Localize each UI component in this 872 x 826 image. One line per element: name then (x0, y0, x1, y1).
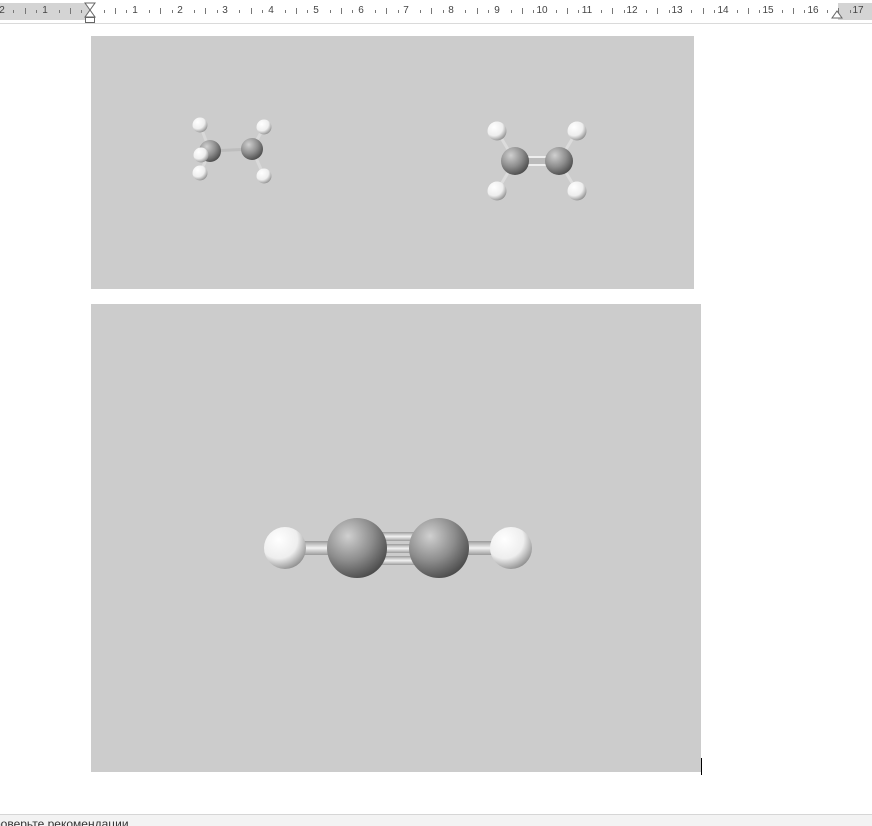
ruler-tick (115, 8, 116, 14)
ruler-number: 12 (626, 5, 638, 16)
ruler-tick (668, 10, 670, 13)
ruler-number: 6 (358, 5, 364, 16)
ruler-tick (702, 8, 704, 14)
status-bar: роверьте рекомендации (0, 814, 872, 826)
ruler-tick (567, 8, 568, 14)
ruler-number: 2 (177, 5, 183, 16)
ruler-tick (691, 10, 693, 13)
acetylene-molecule (264, 518, 532, 578)
ruler-tick (431, 8, 433, 14)
ethane-molecule (192, 117, 272, 184)
ruler-tick (69, 8, 71, 14)
ruler-tick (171, 10, 173, 13)
ruler-number: 3 (222, 5, 228, 16)
text-cursor (701, 758, 702, 775)
ruler-tick (487, 10, 489, 13)
molecule-image-ethane-ethylene[interactable] (91, 36, 694, 289)
ruler-tick (600, 10, 602, 13)
ruler-tick (826, 10, 828, 13)
ruler-number: 1 (42, 5, 48, 16)
ruler-number: 11 (581, 5, 593, 16)
ruler-tick (284, 10, 286, 13)
ruler-tick (205, 8, 207, 14)
document-page[interactable] (0, 24, 872, 814)
status-message[interactable]: роверьте рекомендации (0, 817, 129, 826)
ruler-number: 10 (536, 5, 548, 16)
ruler-tick (341, 8, 342, 14)
ruler-tick (295, 8, 297, 14)
ruler-tick (397, 10, 399, 13)
ruler-tick (747, 8, 749, 14)
ruler-tick (623, 10, 625, 13)
ruler-tick (713, 10, 715, 13)
ruler-tick (476, 8, 478, 14)
ruler-tick (24, 8, 26, 14)
ethylene-molecule (487, 121, 587, 201)
ruler-tick (239, 10, 241, 13)
ruler-tick (646, 10, 648, 13)
molecule-drawing (192, 117, 587, 201)
ruler-track (0, 3, 872, 20)
ruler-tick (352, 10, 354, 13)
ruler-tick (781, 10, 783, 13)
molecule-drawing (264, 518, 532, 578)
ruler-tick (216, 10, 218, 13)
ruler-tick (250, 8, 252, 14)
ruler-tick (261, 10, 263, 13)
ruler-tick (521, 8, 523, 14)
ruler-tick (465, 10, 467, 13)
ruler-number: 1 (132, 5, 138, 16)
ruler-tick (103, 10, 105, 13)
ruler-tick (420, 10, 422, 13)
ruler-tick (793, 8, 794, 14)
ruler-tick (35, 10, 37, 13)
ruler-tick (759, 10, 761, 13)
ruler-tick (804, 10, 806, 13)
ruler-tick (13, 10, 15, 13)
ruler-tick (160, 8, 162, 14)
ruler-tick (657, 8, 659, 14)
ruler-number: 17 (852, 5, 864, 16)
ruler-number: 8 (448, 5, 454, 16)
ruler-number: 2 (0, 5, 5, 16)
ruler-tick (510, 10, 512, 13)
ruler-tick (578, 10, 580, 13)
ruler-tick (126, 10, 128, 13)
ruler-tick (374, 10, 376, 13)
ruler-tick (849, 10, 851, 13)
ruler-number: 13 (671, 5, 683, 16)
ruler-tick (533, 10, 535, 13)
ruler-tick (58, 10, 60, 13)
ruler-number: 14 (717, 5, 729, 16)
ruler-tick (194, 10, 196, 13)
right-indent-marker-icon[interactable] (831, 9, 843, 19)
ruler-number: 5 (313, 5, 319, 16)
horizontal-ruler[interactable]: 2 1 1 2 3 4 5 6 7 8 9 10 11 12 13 14 15 … (0, 0, 872, 24)
ruler-number: 4 (268, 5, 274, 16)
ruler-tick (307, 10, 309, 13)
left-indent-marker-icon[interactable] (84, 2, 96, 24)
ruler-tick (148, 10, 150, 13)
ruler-number: 7 (403, 5, 409, 16)
ruler-tick (81, 10, 83, 13)
ruler-tick (386, 8, 388, 14)
ruler-tick (555, 10, 557, 13)
ruler-number: 15 (762, 5, 774, 16)
molecule-image-acetylene[interactable] (91, 304, 701, 772)
ruler-tick (442, 10, 444, 13)
ruler-number: 9 (494, 5, 500, 16)
ruler-tick (329, 10, 331, 13)
ruler-tick (736, 10, 738, 13)
ruler-tick (612, 8, 614, 14)
ruler-number: 16 (807, 5, 819, 16)
